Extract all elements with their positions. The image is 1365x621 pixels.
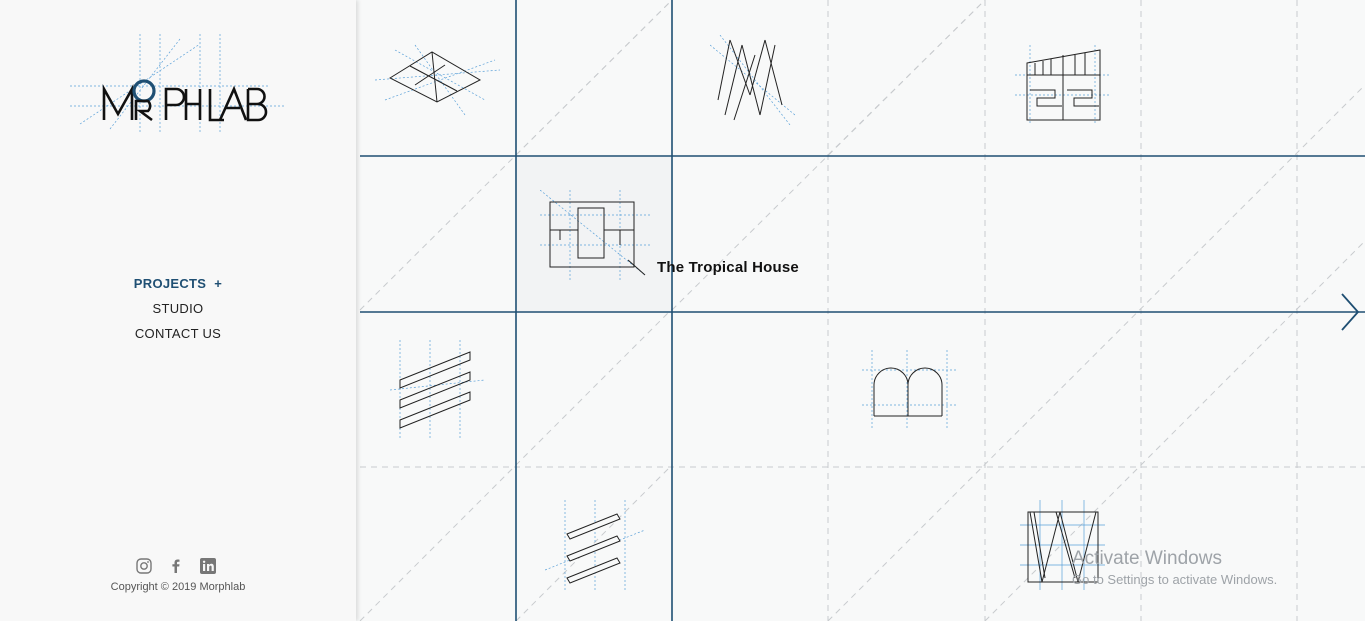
main-nav: PROJECTS + STUDIO CONTACT US xyxy=(0,275,356,350)
project-thumb-2[interactable] xyxy=(710,35,795,125)
project-thumb-4[interactable] xyxy=(390,340,485,440)
nav-item-studio[interactable]: STUDIO xyxy=(0,300,356,317)
morphlab-logo[interactable] xyxy=(70,34,285,134)
nav-item-projects-label: PROJECTS xyxy=(133,276,207,291)
project-title[interactable]: The Tropical House xyxy=(657,259,799,276)
project-thumb-1[interactable] xyxy=(375,40,505,120)
sidebar: PROJECTS + STUDIO CONTACT US Copyright © … xyxy=(0,0,356,621)
linkedin-icon[interactable] xyxy=(199,557,217,575)
project-thumb-7[interactable] xyxy=(1020,500,1105,590)
nav-item-projects[interactable]: PROJECTS + xyxy=(0,275,356,292)
chevron-right-icon[interactable] xyxy=(1338,290,1362,334)
social-links xyxy=(135,557,217,575)
facebook-icon[interactable] xyxy=(167,557,185,575)
project-thumb-5[interactable] xyxy=(862,350,957,430)
instagram-icon[interactable] xyxy=(135,557,153,575)
project-thumb-6[interactable] xyxy=(545,500,645,590)
nav-item-contact-us[interactable]: CONTACT US xyxy=(0,325,356,342)
project-thumb-tropical-house[interactable] xyxy=(540,190,650,280)
copyright-text: Copyright © 2019 Morphlab xyxy=(110,581,246,593)
plus-icon: + xyxy=(214,276,223,291)
project-thumb-3[interactable] xyxy=(1015,45,1110,125)
